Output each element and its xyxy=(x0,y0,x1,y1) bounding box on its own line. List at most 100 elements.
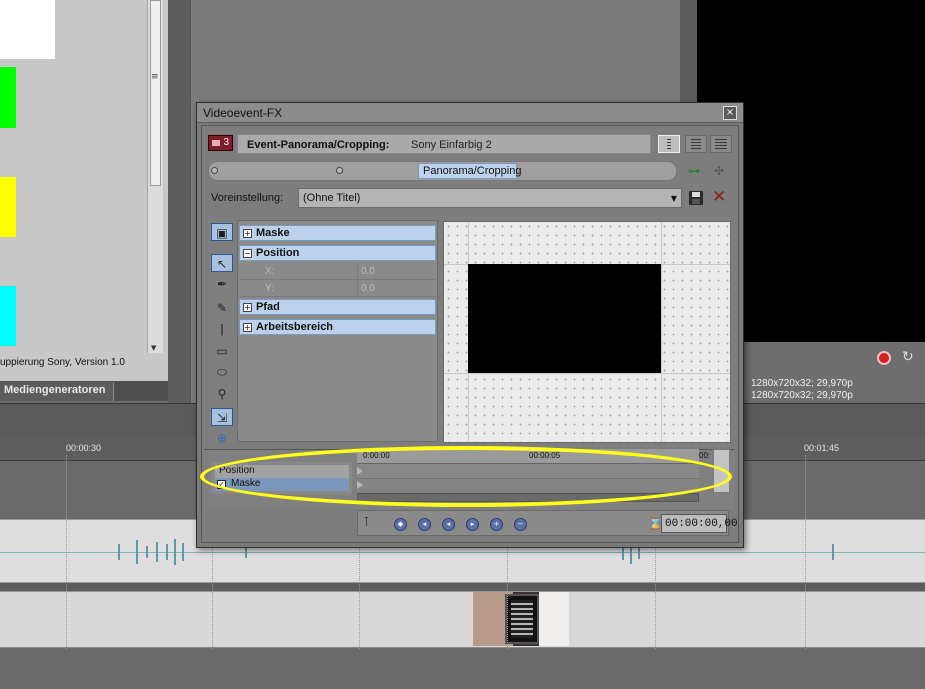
view-list-icon xyxy=(691,139,701,149)
add-keyframe-icon[interactable]: + xyxy=(490,518,503,531)
timeline-gridline xyxy=(805,455,806,649)
section-label: Position xyxy=(256,247,300,259)
zoom-tool-icon[interactable]: ⚲ xyxy=(211,385,233,403)
waveform-peak xyxy=(174,539,176,565)
fx-chain-button[interactable]: 3 xyxy=(208,135,233,151)
edit-tool-icon[interactable]: ▣ xyxy=(211,223,233,241)
waveform-peak xyxy=(166,544,168,560)
chain-end-icon xyxy=(336,167,343,174)
property-x-value[interactable]: 0,0 xyxy=(357,263,436,279)
save-icon[interactable] xyxy=(688,190,704,206)
section-workspace[interactable]: + Arbeitsbereich xyxy=(239,319,436,335)
view-grid-icon xyxy=(715,139,727,149)
keyframe-time-label: 00: xyxy=(699,451,711,460)
anchor-tool-icon[interactable]: ǀ xyxy=(211,320,233,338)
chevron-down-icon: ▼ xyxy=(670,194,677,203)
video-track[interactable] xyxy=(0,591,925,648)
preset-dropdown[interactable]: (Ohne Titel) ▼ xyxy=(298,188,682,208)
pen-add-tool-icon[interactable]: ✎ xyxy=(211,299,233,317)
ruler-time-label: 00:00:30 xyxy=(66,443,102,453)
track-separator xyxy=(0,583,925,591)
thumbnail-screen xyxy=(511,600,533,638)
dialog-title: Videoevent-FX xyxy=(203,106,283,120)
first-keyframe-icon[interactable]: ◆ xyxy=(394,518,407,531)
record-icon[interactable] xyxy=(877,351,891,365)
plugin-chain-icon[interactable]: ⊶ xyxy=(685,164,703,178)
timeline-gridline xyxy=(66,455,67,649)
ellipse-tool-icon[interactable]: ⬭ xyxy=(211,363,233,381)
property-x-row[interactable]: X: 0,0 xyxy=(239,263,436,280)
section-label: Arbeitsbereich xyxy=(256,321,334,333)
chain-count: 3 xyxy=(223,137,229,148)
view-single-icon xyxy=(667,139,671,149)
property-y-row[interactable]: Y: 0,0 xyxy=(239,280,436,297)
property-x-label: X: xyxy=(265,266,275,277)
chain-start-icon xyxy=(211,167,218,174)
video-clip-thumbnail[interactable] xyxy=(473,592,569,646)
color-swatch-green[interactable] xyxy=(0,67,16,128)
property-y-label: Y: xyxy=(265,283,274,294)
event-name: Sony Einfarbig 2 xyxy=(411,139,492,151)
waveform-centerline xyxy=(0,552,925,553)
expand-icon[interactable]: + xyxy=(243,323,252,332)
section-path[interactable]: + Pfad xyxy=(239,299,436,315)
section-position[interactable]: − Position xyxy=(239,245,436,261)
waveform-peak xyxy=(182,543,184,561)
section-label: Maske xyxy=(256,227,290,239)
collapse-icon[interactable]: − xyxy=(243,249,252,258)
property-y-value[interactable]: 0,0 xyxy=(357,280,436,296)
next-frame-icon[interactable]: ▸ xyxy=(466,518,479,531)
pointer-tool-icon[interactable]: ↖ xyxy=(211,254,233,272)
loop-icon[interactable]: ↻ xyxy=(902,349,914,365)
preset-value: (Ohne Titel) xyxy=(303,192,361,204)
color-swatch-cyan[interactable] xyxy=(0,286,16,346)
track-area-bottom xyxy=(0,648,925,689)
view-single-button[interactable] xyxy=(658,135,680,153)
left-panel-scrollbar[interactable]: ≡ ▼ xyxy=(147,0,163,353)
pen-tool-icon[interactable]: ✒ xyxy=(211,275,233,293)
canvas-guide xyxy=(661,222,662,442)
expand-icon[interactable]: + xyxy=(243,229,252,238)
grip-icon: ≡ xyxy=(151,72,159,82)
current-time-field[interactable]: 00:00:00,00 xyxy=(661,514,738,533)
prev-frame-icon[interactable]: ◂ xyxy=(442,518,455,531)
remove-plugin-icon[interactable]: ✣ xyxy=(710,164,728,178)
center-tool-icon[interactable]: ⊕ xyxy=(211,429,233,447)
color-swatch-yellow[interactable] xyxy=(0,177,16,237)
waveform-peak xyxy=(146,546,148,558)
tab-media-generators[interactable]: Mediengeneratoren xyxy=(0,382,115,401)
view-grid-button[interactable] xyxy=(710,135,732,153)
waveform-peak xyxy=(118,544,120,560)
expand-icon[interactable]: + xyxy=(243,303,252,312)
section-label: Pfad xyxy=(256,301,280,313)
preview-format-line: 1280x720x32; 29,970p xyxy=(751,390,853,401)
plugin-chain-icon xyxy=(212,140,220,146)
color-swatch-white[interactable] xyxy=(0,0,55,59)
canvas-guide xyxy=(444,373,730,374)
section-mask[interactable]: + Maske xyxy=(239,225,436,241)
scroll-down-icon[interactable]: ▼ xyxy=(151,344,156,352)
preview-format-line: 1280x720x32; 29,970p xyxy=(751,378,853,389)
rectangle-tool-icon[interactable]: ▭ xyxy=(211,342,233,360)
delete-preset-icon[interactable]: ✕ xyxy=(712,188,726,206)
prev-keyframe-icon[interactable]: ◂ xyxy=(418,518,431,531)
view-list-button[interactable] xyxy=(685,135,707,153)
thumbnail-phone xyxy=(505,594,539,644)
lock-icon[interactable]: ⊺ xyxy=(363,515,370,530)
crop-frame[interactable] xyxy=(468,264,661,373)
event-fx-label: Event-Panorama/Cropping: xyxy=(247,139,390,151)
panel-divider[interactable] xyxy=(168,0,190,403)
chain-plugin-panorama[interactable]: Panorama/Cropping xyxy=(418,163,521,179)
waveform-peak xyxy=(156,542,158,562)
plugin-description: uppierung Sony, Version 1.0 xyxy=(0,357,125,368)
waveform-peak xyxy=(136,540,138,564)
waveform-peak xyxy=(832,544,834,560)
highlight-annotation xyxy=(200,446,732,507)
preset-label: Voreinstellung: xyxy=(211,192,284,204)
ruler-time-label: 00:01:45 xyxy=(804,443,840,453)
thumbnail-background xyxy=(539,592,569,646)
close-icon[interactable]: × xyxy=(723,106,737,120)
scrollbar-thumb[interactable] xyxy=(150,0,161,186)
delete-keyframe-icon[interactable]: − xyxy=(514,518,527,531)
move-tool-icon[interactable]: ⇲ xyxy=(211,408,233,426)
